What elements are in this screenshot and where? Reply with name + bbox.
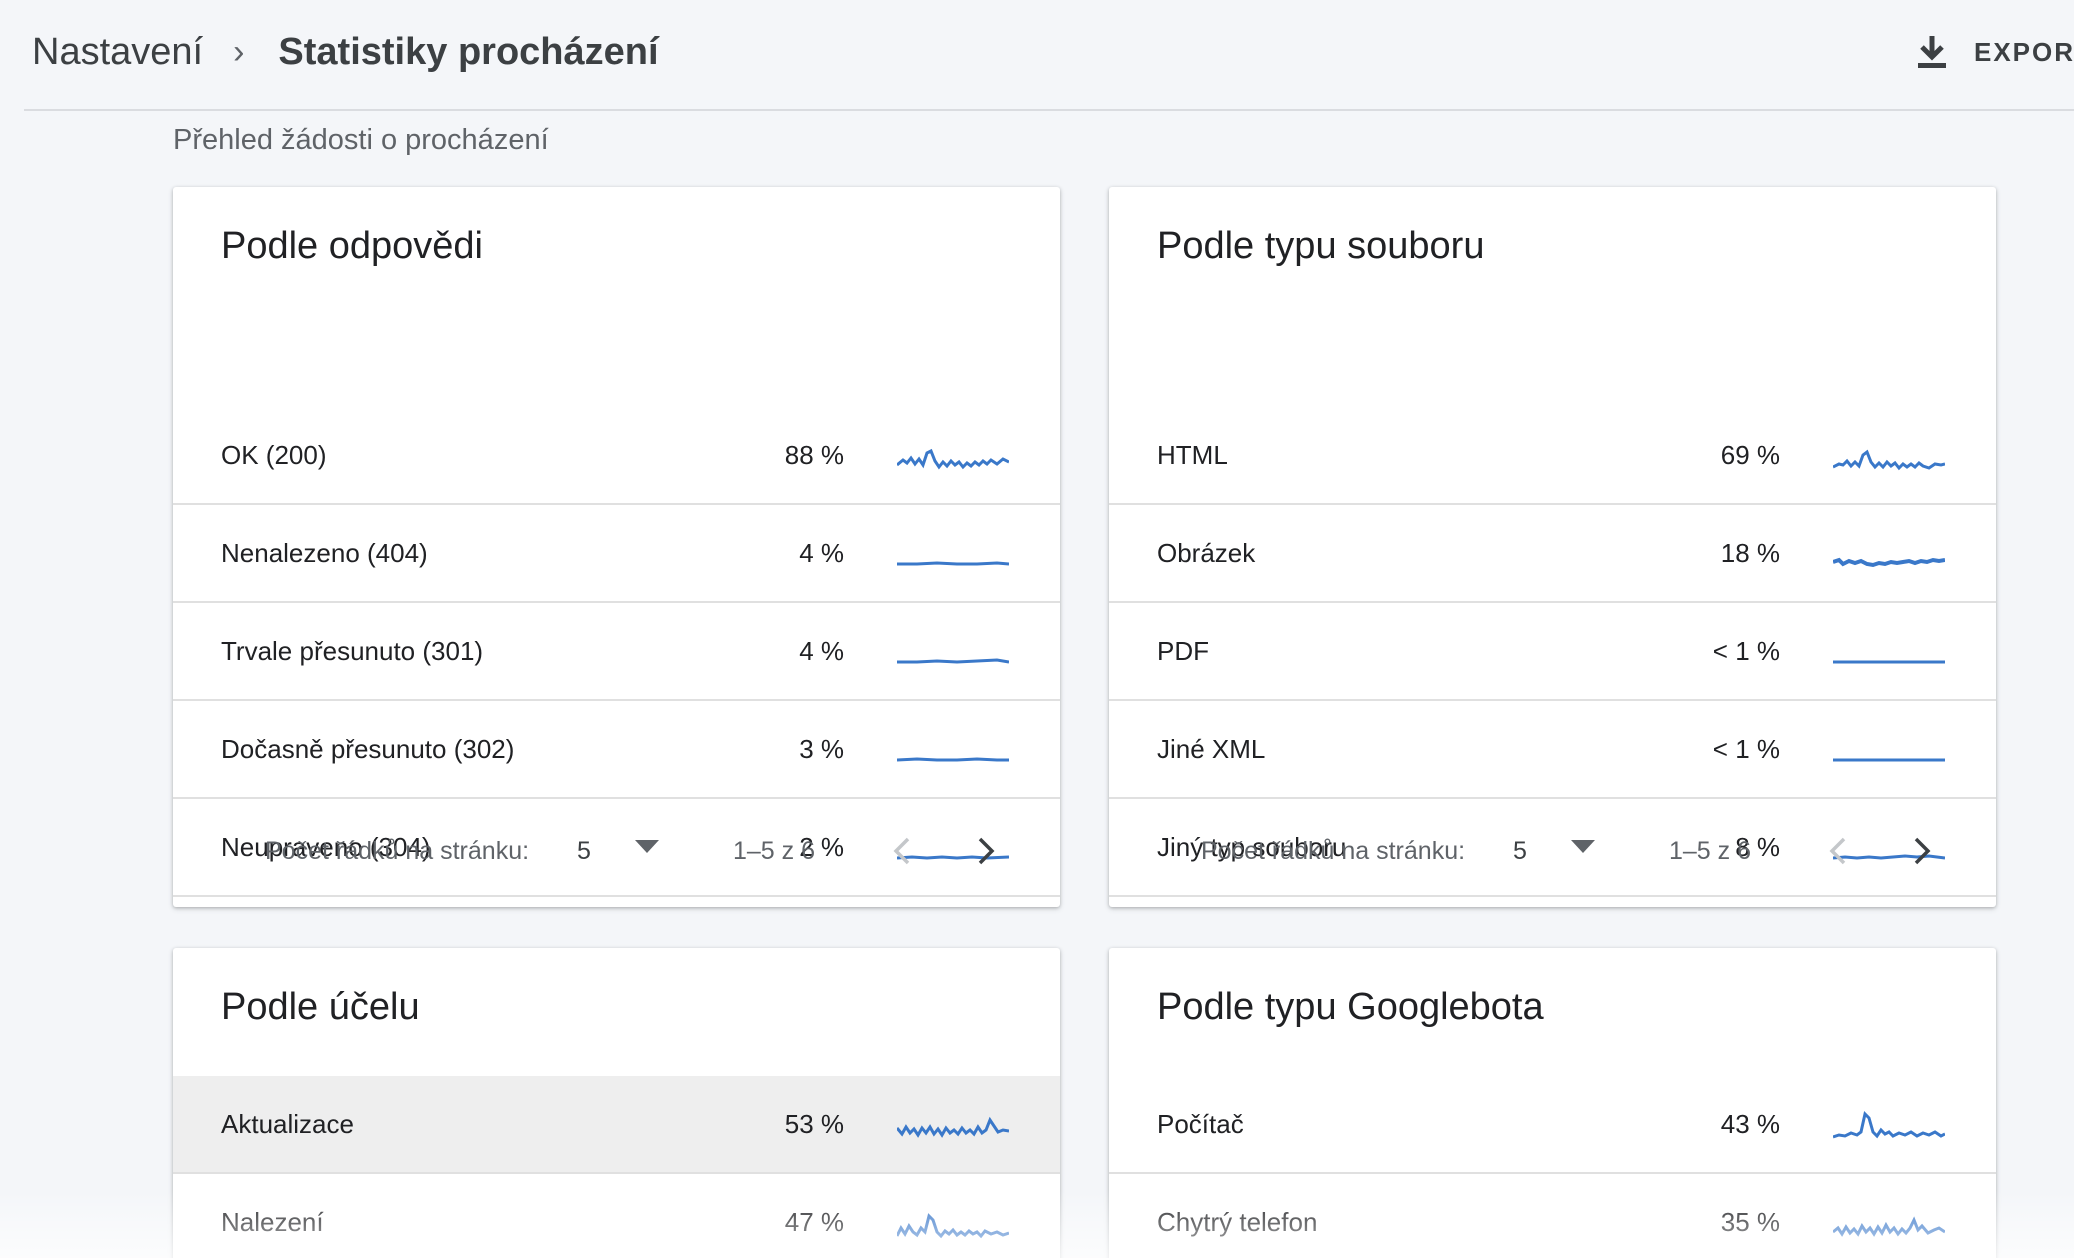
sparkline-chart — [897, 561, 1009, 566]
sparkline-chart — [897, 1116, 1009, 1138]
row-percentage: 4 % — [799, 636, 844, 666]
table-row[interactable]: OK (200) 88 % — [173, 407, 1060, 505]
card-title-by-googlebot-type: Podle typu Googlebota — [1157, 986, 1544, 1028]
row-label: Obrázek — [1157, 538, 1256, 568]
row-label: Chytrý telefon — [1157, 1207, 1318, 1237]
table-row[interactable]: Obrázek 18 % — [1109, 505, 1996, 603]
card-by-purpose: Podle účelu Aktualizace 53 % Nalezení 47… — [173, 948, 1060, 1258]
row-percentage: < 1 % — [1712, 734, 1780, 764]
row-label: OK (200) — [221, 440, 327, 470]
chevron-right-icon[interactable] — [975, 831, 999, 871]
row-label: Počítač — [1157, 1109, 1244, 1139]
sparkline-chart — [897, 757, 1009, 762]
row-label: HTML — [1157, 440, 1228, 470]
row-label: Trvale přesunuto (301) — [221, 636, 484, 666]
row-label: Nalezení — [221, 1207, 324, 1237]
row-percentage: 35 % — [1720, 1207, 1780, 1237]
card-title-by-response: Podle odpovědi — [221, 225, 483, 267]
sparkline-chart — [1833, 449, 1945, 471]
card-title-by-purpose: Podle účelu — [221, 986, 420, 1028]
table-row[interactable]: Počítač 43 % — [1109, 1076, 1996, 1174]
sparkline-chart — [897, 448, 1009, 470]
rows-per-page-select[interactable]: 5 — [1513, 795, 1527, 907]
chevron-left-icon[interactable] — [1825, 831, 1849, 871]
row-label: PDF — [1157, 636, 1209, 666]
dropdown-arrow-icon[interactable] — [635, 840, 659, 854]
row-label: Aktualizace — [221, 1109, 354, 1139]
sparkline-chart — [897, 1213, 1009, 1239]
row-percentage: 43 % — [1720, 1109, 1780, 1139]
rows-per-page-label: Počet řádků na stránku: — [265, 837, 530, 865]
table-row[interactable]: Trvale přesunuto (301) 4 % — [173, 603, 1060, 701]
row-label: Dočasně přesunuto (302) — [221, 734, 515, 764]
row-percentage: 18 % — [1720, 538, 1780, 568]
rows-per-page-select[interactable]: 5 — [577, 795, 591, 907]
sparkline-chart — [1833, 557, 1945, 568]
row-label: Jiné XML — [1157, 734, 1266, 764]
table-rows: Počítač 43 % Chytrý telefon 35 % — [1109, 1076, 1996, 1258]
sparkline-chart — [1833, 758, 1945, 762]
pagination: Počet řádků na stránku: 5 1–5 z 6 — [1109, 795, 1996, 907]
chevron-right-icon[interactable] — [1911, 831, 1935, 871]
sparkline-chart — [1833, 1216, 1945, 1237]
row-percentage: 53 % — [784, 1109, 844, 1139]
page-range: 1–5 z 6 — [1669, 837, 1752, 865]
chevron-left-icon[interactable] — [889, 831, 913, 871]
rows-per-page-label: Počet řádků na stránku: — [1201, 837, 1466, 865]
sparkline-chart — [1833, 1111, 1945, 1139]
table-row[interactable]: Nalezení 47 % — [173, 1174, 1060, 1258]
table-row[interactable]: Jiné XML < 1 % — [1109, 701, 1996, 799]
row-percentage: 88 % — [784, 440, 844, 470]
card-by-googlebot-type: Podle typu Googlebota Počítač 43 % Chytr… — [1109, 948, 1996, 1258]
cards-layer: Podle odpovědi OK (200) 88 % Nenalezeno … — [0, 0, 2074, 1258]
row-percentage: 69 % — [1720, 440, 1780, 470]
page-range: 1–5 z 6 — [733, 837, 816, 865]
row-percentage: 47 % — [784, 1207, 844, 1237]
row-percentage: < 1 % — [1712, 636, 1780, 666]
card-by-response: Podle odpovědi OK (200) 88 % Nenalezeno … — [173, 187, 1060, 907]
table-row[interactable]: Aktualizace 53 % — [173, 1076, 1060, 1174]
card-by-file-type: Podle typu souboru HTML 69 % Obrázek 18 … — [1109, 187, 1996, 907]
sparkline-chart — [1833, 660, 1945, 664]
card-title-by-file-type: Podle typu souboru — [1157, 225, 1485, 267]
sparkline-chart — [897, 658, 1009, 664]
row-label: Nenalezeno (404) — [221, 538, 428, 568]
table-row[interactable]: Dočasně přesunuto (302) 3 % — [173, 701, 1060, 799]
table-row[interactable]: PDF < 1 % — [1109, 603, 1996, 701]
table-rows: Aktualizace 53 % Nalezení 47 % — [173, 1076, 1060, 1258]
dropdown-arrow-icon[interactable] — [1571, 840, 1595, 854]
table-row[interactable]: HTML 69 % — [1109, 407, 1996, 505]
row-percentage: 4 % — [799, 538, 844, 568]
pagination: Počet řádků na stránku: 5 1–5 z 6 — [173, 795, 1060, 907]
table-row[interactable]: Chytrý telefon 35 % — [1109, 1174, 1996, 1258]
row-percentage: 3 % — [799, 734, 844, 764]
table-row[interactable]: Nenalezeno (404) 4 % — [173, 505, 1060, 603]
